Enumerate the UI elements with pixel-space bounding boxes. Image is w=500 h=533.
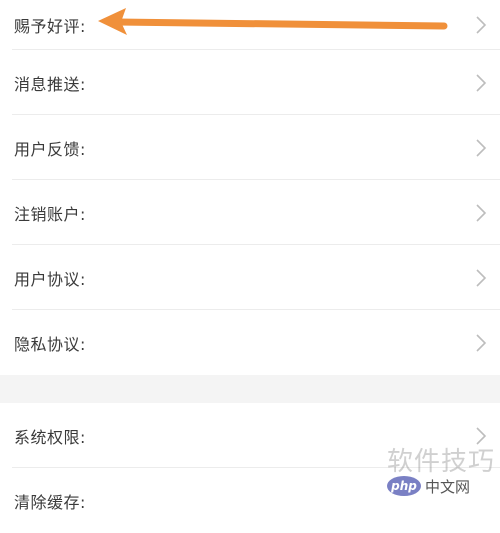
chevron-right-icon [476,268,487,287]
settings-item-label: 清除缓存: [14,492,86,512]
chevron-right-icon [476,333,487,352]
settings-item-label: 消息推送: [14,74,86,94]
settings-item-label: 隐私协议: [14,334,86,354]
settings-item-user-agreement[interactable]: 用户协议: [0,245,500,310]
php-logo-badge: php [387,476,421,496]
settings-item-rate-app[interactable]: 赐予好评: [0,0,500,50]
chevron-right-icon [476,138,487,157]
settings-item-feedback[interactable]: 用户反馈: [0,115,500,180]
settings-item-privacy-policy[interactable]: 隐私协议: [0,310,500,375]
watermark-text: 软件技巧 [387,447,496,477]
settings-item-label: 用户协议: [14,269,86,289]
chevron-right-icon [476,73,487,92]
chevron-right-icon [476,16,487,34]
settings-item-label: 系统权限: [14,427,86,447]
chevron-right-icon [476,203,487,222]
settings-group-main: 赐予好评: 消息推送: 用户反馈: 注销账户: 用户协议: 隐私协议: [0,0,500,375]
settings-item-label: 赐予好评: [14,17,86,36]
watermark-logo: php 中文网 [387,474,497,498]
section-gap [0,375,500,403]
settings-item-delete-account[interactable]: 注销账户: [0,180,500,245]
settings-item-label: 用户反馈: [14,139,86,159]
watermark-logo-text: 中文网 [425,477,471,496]
settings-item-label: 注销账户: [14,204,86,224]
settings-item-push-notifications[interactable]: 消息推送: [0,50,500,115]
